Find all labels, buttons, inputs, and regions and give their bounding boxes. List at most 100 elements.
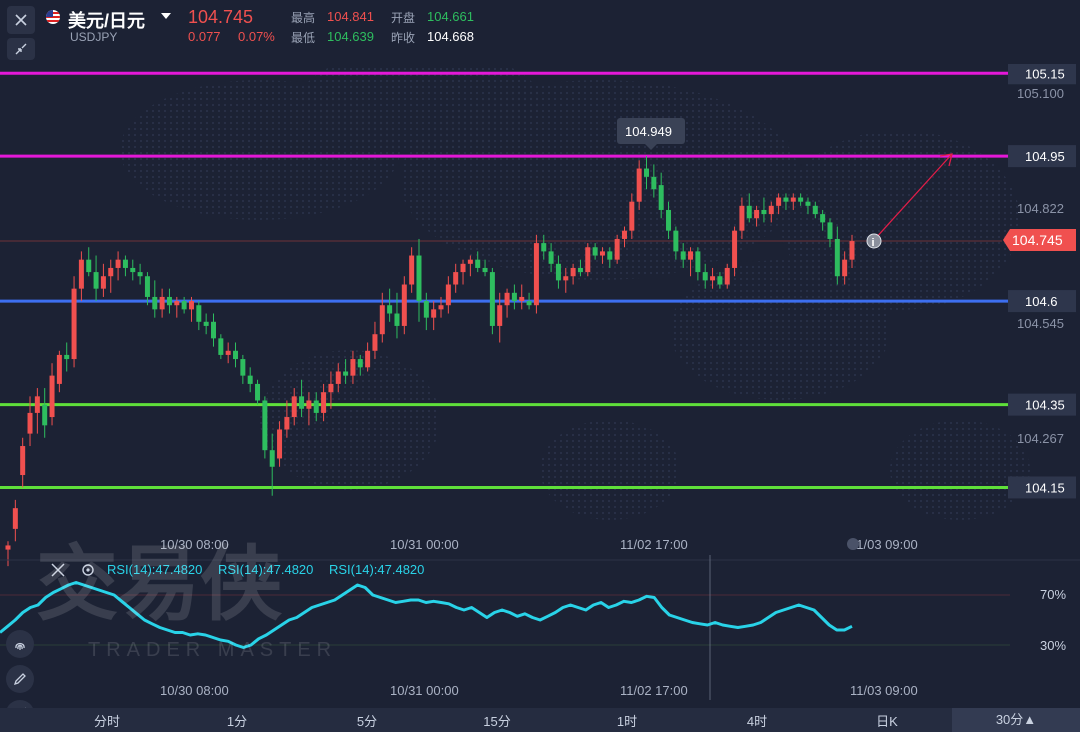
candle (460, 259, 466, 285)
candle-body (658, 185, 664, 210)
tab-15min[interactable]: 15分 (432, 711, 562, 730)
collapse-button[interactable] (7, 38, 35, 60)
candle (152, 280, 158, 318)
candle-body (768, 205, 774, 215)
candle (504, 288, 510, 318)
candle-body (269, 450, 275, 467)
pencil-button[interactable] (6, 665, 34, 693)
tab-1hour[interactable]: 1时 (562, 711, 692, 730)
candle (445, 276, 451, 314)
candle-body (122, 259, 128, 268)
tab-daily[interactable]: 日K (822, 711, 952, 730)
candle-body (188, 301, 194, 310)
candle-body (563, 276, 569, 281)
candle-body (20, 446, 26, 476)
candle (233, 342, 239, 368)
candle-body (299, 396, 305, 409)
candle (255, 379, 261, 405)
rsi-time-label-4: 11/03 09:00 (850, 683, 918, 698)
time-label-2: 10/31 00:00 (390, 537, 459, 552)
candle-body (284, 417, 290, 430)
candle-body (680, 251, 686, 260)
price-chart[interactable]: 105.15 104.95 104.6 104.35 104.15 105.100 10… (0, 64, 1080, 708)
candle-body (42, 404, 48, 426)
candle-body (666, 209, 672, 231)
candle-body (86, 259, 92, 273)
candle (387, 288, 393, 322)
candle-body (233, 350, 239, 360)
candle (489, 267, 495, 335)
pencil-icon (13, 673, 26, 686)
collapse-icon (15, 43, 27, 55)
time-label-4: 11/03 09:00 (850, 537, 918, 552)
close-button[interactable] (7, 6, 35, 34)
candle-body (849, 241, 855, 260)
candle-body (423, 301, 429, 318)
candle-body (805, 201, 811, 206)
candle-body (108, 267, 114, 277)
candle-body (577, 267, 583, 273)
candle (416, 238, 422, 322)
candle-body (166, 296, 172, 306)
candle-body (365, 350, 371, 368)
candle-body (717, 276, 723, 285)
close-icon (15, 14, 27, 26)
world-map-background (120, 64, 1030, 520)
tab-1min[interactable]: 1分 (172, 711, 302, 730)
candle (49, 363, 55, 426)
tab-4hour[interactable]: 4时 (692, 711, 822, 730)
candle-body (585, 247, 591, 273)
y-tick-3: 104.545 (1017, 316, 1064, 331)
candle-body (526, 301, 532, 306)
candle-body (541, 243, 547, 252)
candle-body (776, 197, 782, 206)
candle (401, 276, 407, 335)
prev-close-label: 昨收 (391, 31, 416, 45)
fingerprint-button[interactable] (6, 630, 34, 658)
candle-body (218, 338, 224, 355)
candle-body (343, 371, 349, 376)
candle-body (409, 255, 415, 285)
candle (423, 292, 429, 331)
candle-body (820, 214, 826, 223)
candle-body (827, 222, 833, 239)
candle (86, 247, 92, 277)
candle-body (262, 400, 268, 451)
candle-body (592, 247, 598, 256)
pair-dropdown-icon[interactable] (161, 13, 171, 19)
level-tag-text-4: 104.15 (1025, 480, 1065, 495)
candle-body (746, 205, 752, 219)
candle (78, 251, 84, 302)
pair-code: USDJPY (70, 30, 118, 44)
candle-body (710, 276, 716, 281)
time-axis-marker (847, 538, 859, 550)
candle-body (130, 267, 136, 273)
tab-timeshare[interactable]: 分时 (42, 711, 172, 730)
candle-body (372, 334, 378, 351)
tab-5min[interactable]: 5分 (302, 711, 432, 730)
candle-body (196, 305, 202, 322)
candle (71, 276, 77, 368)
rsi-label-3: RSI(14):47.4820 (329, 562, 424, 577)
candle (166, 288, 172, 314)
candle-body (739, 205, 745, 231)
candle-body (93, 272, 99, 289)
candle-body (497, 305, 503, 326)
tab-30min-dropdown[interactable]: 30分▲ (952, 708, 1080, 732)
candle-body (306, 400, 312, 409)
candle-body (181, 301, 187, 310)
level-tag-text-3: 104.35 (1025, 398, 1065, 413)
candle-body (599, 251, 605, 256)
time-label-3: 11/02 17:00 (620, 537, 688, 552)
current-price-tag-text: 104.745 (1012, 232, 1063, 248)
candle (20, 437, 26, 488)
candle-body (357, 359, 363, 368)
candle (210, 313, 216, 347)
candle-body (12, 508, 18, 529)
current-price: 104.745 (188, 7, 254, 27)
candle (93, 255, 99, 302)
open-label: 开盘 (391, 11, 416, 25)
candle-body (607, 251, 613, 260)
candle-body (688, 251, 694, 260)
low-value: 104.639 (327, 29, 374, 44)
